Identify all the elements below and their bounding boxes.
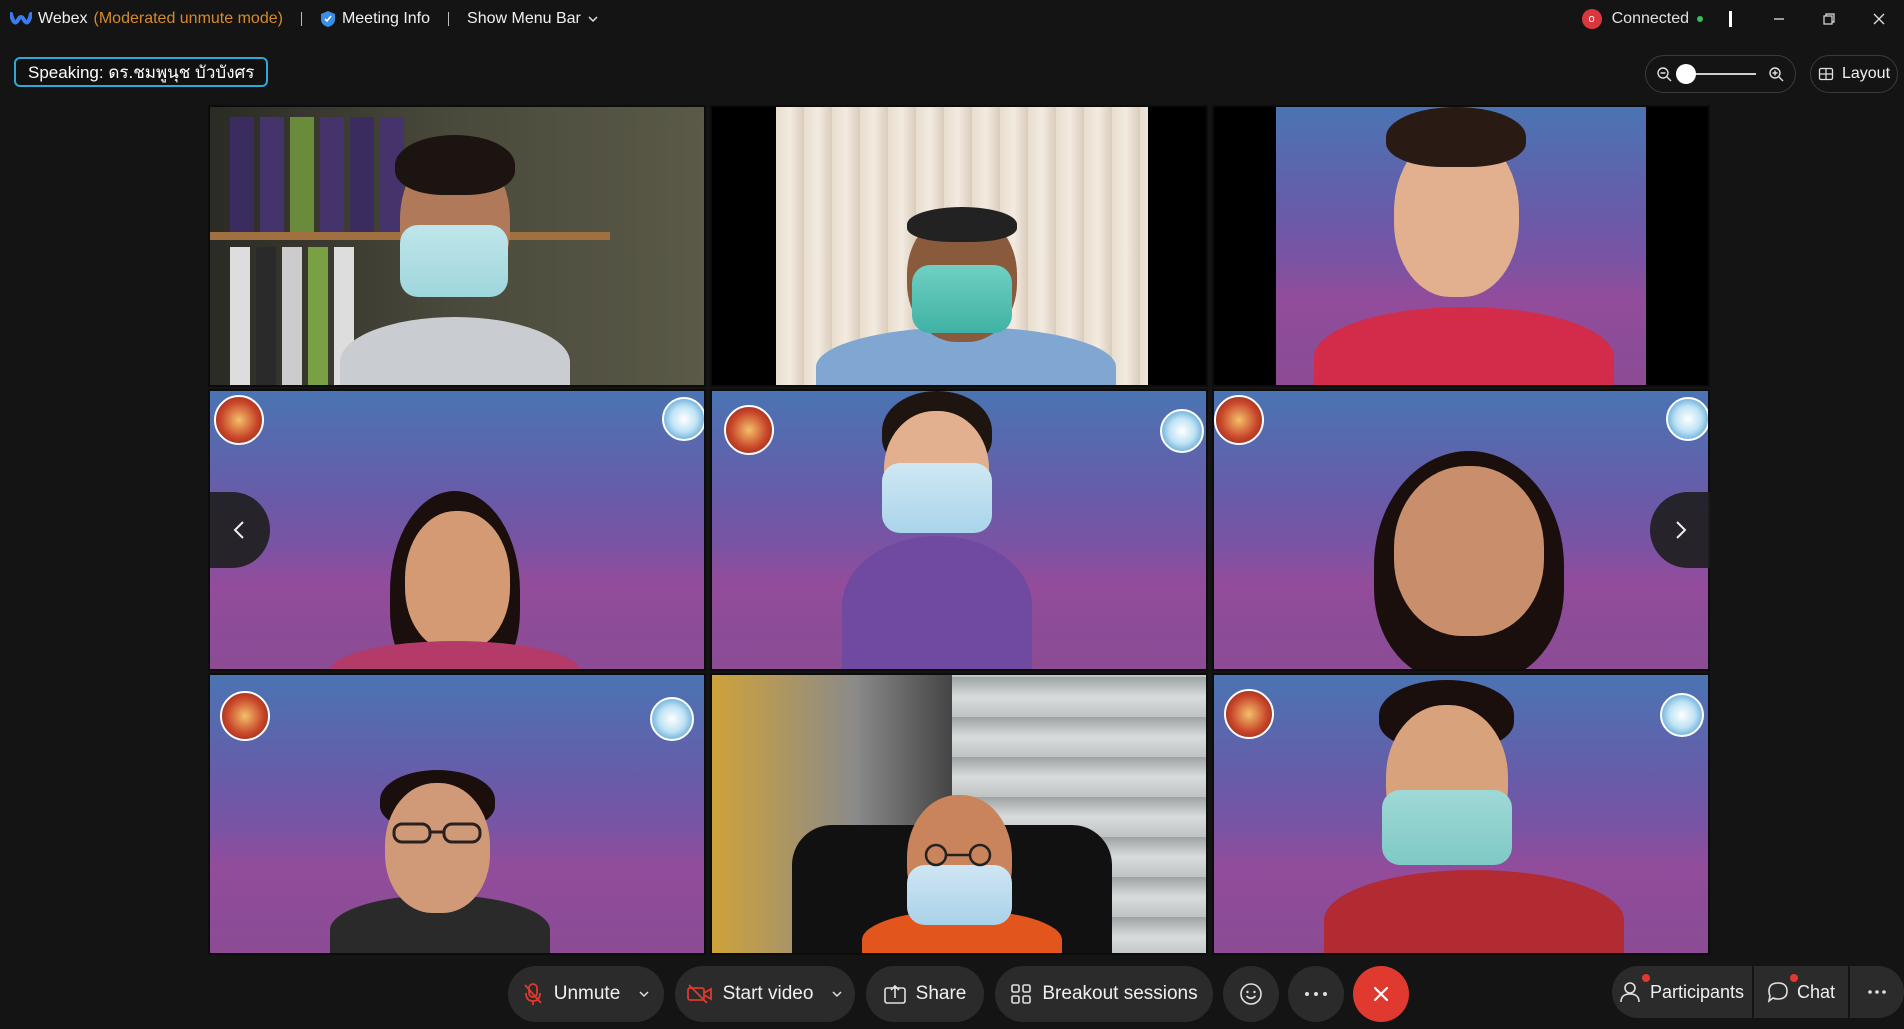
chevron-down-icon[interactable]: [638, 988, 650, 1000]
chevron-down-icon: [588, 16, 598, 23]
meeting-info-label: Meeting Info: [341, 10, 431, 27]
zoom-in-icon[interactable]: [1768, 66, 1784, 82]
glasses: [392, 822, 482, 844]
divider: [300, 12, 302, 26]
video-tile[interactable]: [1212, 389, 1710, 671]
minimize-button[interactable]: [1754, 0, 1804, 38]
divider: [448, 12, 450, 26]
participants-label: Participants: [1649, 981, 1745, 1002]
emblem-logo: [1666, 397, 1708, 441]
minimize-icon: [1774, 18, 1784, 20]
more-icon: [1305, 992, 1327, 996]
emblem-logo: [724, 405, 774, 455]
active-speaker-label: Speaking: ดร.ชมพูนุช บัวบังศร: [14, 57, 269, 87]
start-video-label: Start video: [722, 983, 814, 1004]
video-tile[interactable]: [1212, 105, 1710, 387]
chevron-right-icon: [1676, 521, 1687, 539]
connected-indicator: [1697, 16, 1703, 22]
share-icon: [883, 984, 906, 1004]
more-icon: [1868, 990, 1886, 994]
restore-button[interactable]: [1804, 0, 1854, 38]
share-label: Share: [915, 983, 967, 1004]
video-tile[interactable]: [710, 105, 1208, 387]
video-tile[interactable]: [1212, 673, 1710, 955]
camera-off-icon: [686, 984, 712, 1004]
participants-icon: [1620, 982, 1640, 1003]
video-tile[interactable]: [208, 105, 706, 387]
meeting-info-button[interactable]: Meeting Info: [320, 10, 430, 28]
glasses: [924, 843, 992, 867]
shield-icon: [320, 11, 335, 27]
video-tile[interactable]: [208, 389, 706, 671]
app-name: Webex: [38, 10, 88, 27]
video-tile[interactable]: [710, 673, 1208, 955]
emblem-logo: [1214, 395, 1264, 445]
emblem-logo: [662, 397, 704, 441]
chevron-left-icon: [233, 521, 244, 539]
emblem-logo: [1224, 689, 1274, 739]
show-menu-bar-label: Show Menu Bar: [467, 10, 581, 27]
zoom-slider[interactable]: [1676, 64, 1756, 84]
layout-label: Layout: [1841, 65, 1891, 82]
unmute-label: Unmute: [553, 983, 621, 1004]
chat-label: Chat: [1796, 981, 1836, 1002]
start-video-button[interactable]: Start video: [675, 966, 855, 1022]
breakout-sessions-label: Breakout sessions: [1042, 983, 1198, 1004]
zoom-out-icon[interactable]: [1656, 66, 1672, 82]
share-button[interactable]: Share: [866, 966, 984, 1022]
layout-button[interactable]: Layout: [1810, 55, 1898, 93]
participants-button[interactable]: Participants: [1612, 966, 1752, 1018]
reactions-button[interactable]: [1223, 966, 1279, 1022]
breakout-icon: [1011, 984, 1032, 1004]
chat-notification-badge: [1790, 974, 1798, 982]
webex-logo-icon: [10, 12, 32, 25]
layout-icon: [1818, 67, 1834, 81]
connection-status[interactable]: Connected: [1612, 10, 1689, 28]
emblem-logo: [1160, 409, 1204, 453]
breakout-sessions-button[interactable]: Breakout sessions: [995, 966, 1213, 1022]
show-menu-bar-button[interactable]: Show Menu Bar: [467, 10, 599, 28]
zoom-slider-handle[interactable]: [1676, 64, 1696, 84]
chat-button[interactable]: Chat: [1754, 966, 1848, 1018]
moderated-mode-label: (Moderated unmute mode): [93, 10, 283, 27]
chat-icon: [1767, 982, 1788, 1003]
leave-meeting-button[interactable]: [1353, 966, 1409, 1022]
emblem-logo: [220, 691, 270, 741]
video-tile[interactable]: [208, 673, 706, 955]
panel-more-button[interactable]: [1850, 966, 1904, 1018]
emblem-logo: [1660, 693, 1704, 737]
emblem-logo: [650, 697, 694, 741]
divider: [1729, 11, 1732, 27]
recording-badge[interactable]: o: [1581, 9, 1602, 29]
emblem-logo: [214, 395, 264, 445]
video-tile[interactable]: [710, 389, 1208, 671]
end-call-icon: [1373, 986, 1389, 1002]
restore-icon: [1823, 13, 1835, 25]
close-icon: [1873, 13, 1885, 25]
reactions-icon: [1240, 983, 1262, 1005]
microphone-muted-icon: [524, 983, 542, 1005]
participants-notification-badge: [1642, 974, 1650, 982]
chevron-down-icon[interactable]: [831, 988, 843, 1000]
unmute-button[interactable]: Unmute: [508, 966, 664, 1022]
title-bar: Webex (Moderated unmute mode) Meeting In…: [0, 0, 1904, 38]
more-options-button[interactable]: [1288, 966, 1344, 1022]
close-window-button[interactable]: [1854, 0, 1904, 38]
zoom-control: [1645, 55, 1796, 93]
